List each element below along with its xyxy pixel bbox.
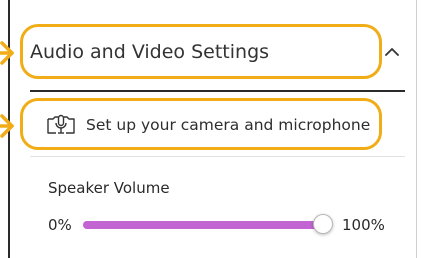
right-border [416, 0, 417, 258]
chevron-up-icon[interactable] [382, 42, 402, 62]
camera-microphone-icon [45, 113, 77, 137]
audio-video-settings-header[interactable]: Audio and Video Settings [30, 22, 405, 90]
setup-camera-microphone-link[interactable]: Set up your camera and microphone [45, 109, 380, 141]
volume-max-label: 100% [342, 216, 385, 234]
speaker-volume-slider[interactable] [83, 214, 333, 234]
slider-thumb[interactable] [313, 214, 333, 234]
highlight-arrow-icon [0, 113, 16, 139]
setup-divider [30, 156, 405, 157]
slider-fill [83, 221, 323, 229]
highlight-arrow-icon [0, 40, 16, 66]
setup-label: Set up your camera and microphone [86, 116, 371, 134]
volume-min-label: 0% [48, 216, 72, 234]
speaker-volume-label: Speaker Volume [48, 179, 170, 197]
section-title: Audio and Video Settings [30, 41, 270, 63]
header-divider [30, 90, 405, 92]
